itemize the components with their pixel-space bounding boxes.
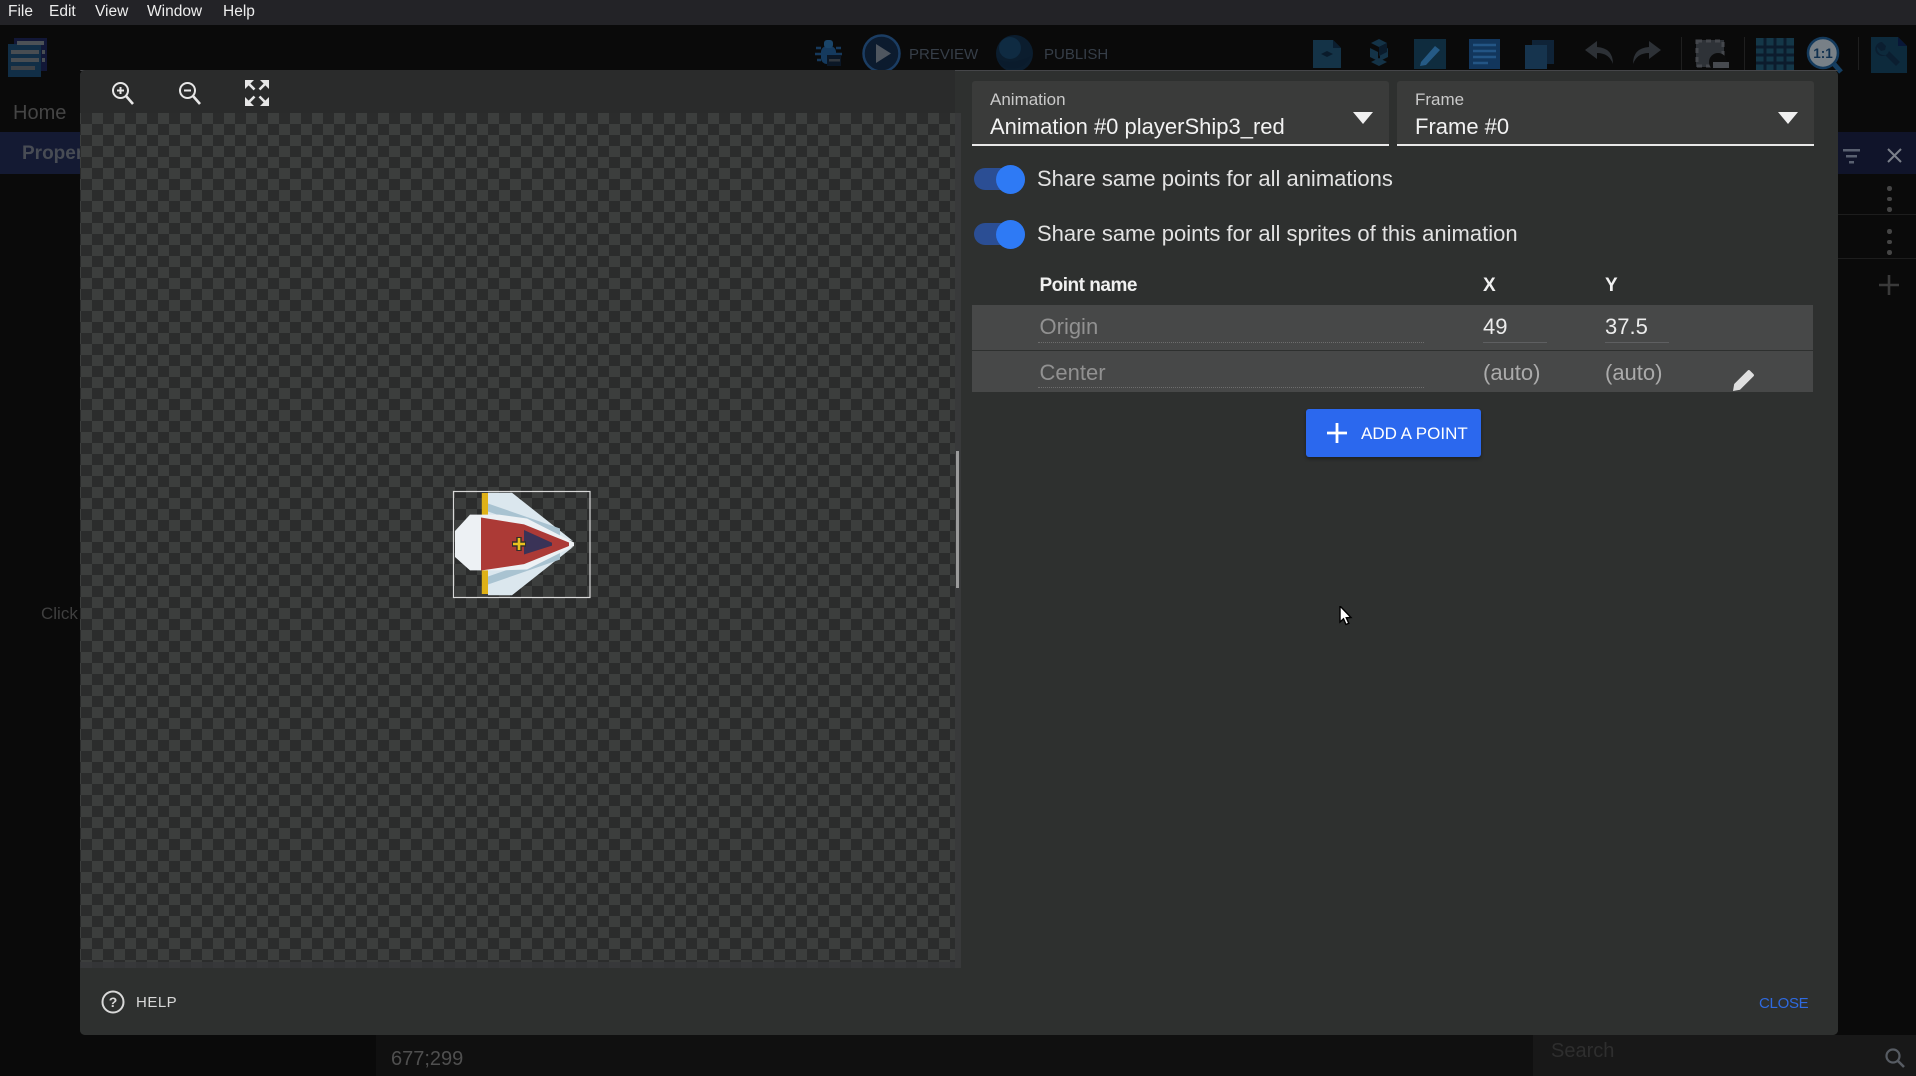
svg-text:1:1: 1:1	[1813, 46, 1833, 61]
svg-text:?: ?	[109, 994, 118, 1010]
